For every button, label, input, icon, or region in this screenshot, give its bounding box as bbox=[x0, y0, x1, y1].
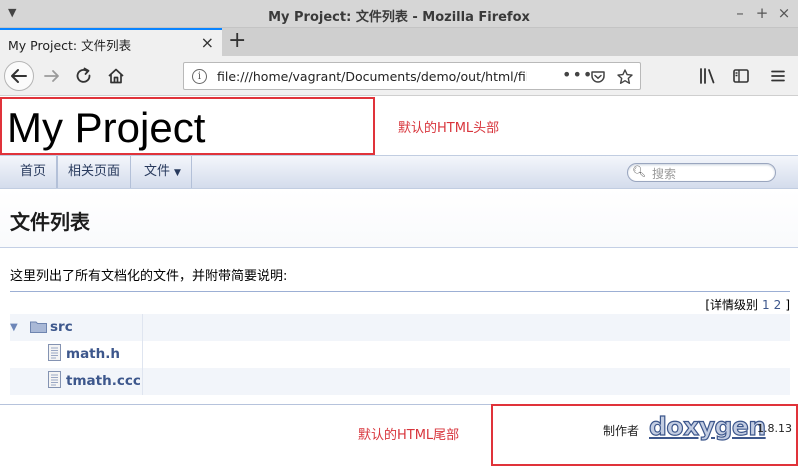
back-button[interactable] bbox=[4, 61, 34, 91]
tree-row: ▼ src bbox=[10, 314, 790, 341]
header-annotation: 默认的HTML头部 bbox=[398, 121, 500, 136]
detail-level-close: ] bbox=[785, 298, 790, 312]
tab-close-button[interactable]: × bbox=[201, 33, 214, 52]
nav-toolbar: i file:///home/vagrant/Documents/demo/ou… bbox=[0, 56, 798, 96]
bookmark-star-button[interactable] bbox=[616, 68, 634, 86]
file-tree: ▼ src math.h tmath.ccc bbox=[10, 314, 790, 395]
home-button[interactable] bbox=[106, 66, 126, 86]
page-title-band: 文件列表 bbox=[0, 189, 798, 248]
footer-annotation: 默认的HTML尾部 bbox=[358, 428, 460, 443]
tab-strip: My Project: 文件列表 × + bbox=[0, 28, 798, 56]
collapse-arrow-icon[interactable]: ▼ bbox=[10, 322, 18, 333]
tab-label: My Project: 文件列表 bbox=[8, 38, 132, 53]
column-separator bbox=[142, 314, 143, 341]
home-icon bbox=[108, 68, 124, 84]
nav-home[interactable]: 首页 bbox=[10, 156, 58, 188]
made-by-label: 制作者 bbox=[603, 424, 640, 438]
url-text[interactable]: file:///home/vagrant/Documents/demo/out/… bbox=[217, 69, 527, 84]
tree-row: tmath.ccc bbox=[10, 368, 790, 395]
close-window-button[interactable]: × bbox=[774, 3, 794, 23]
column-separator bbox=[142, 368, 143, 395]
reload-button[interactable] bbox=[74, 66, 94, 86]
footer-box: 制作者 doxygen 1.8.13 bbox=[491, 404, 798, 466]
nav-related-pages[interactable]: 相关页面 bbox=[57, 156, 132, 188]
reload-icon bbox=[76, 67, 91, 83]
page-title: 文件列表 bbox=[10, 210, 90, 234]
page-description: 这里列出了所有文档化的文件，并附带简要说明: bbox=[10, 269, 288, 284]
nav-files[interactable]: 文件 ▼ bbox=[134, 156, 192, 188]
library-button[interactable] bbox=[698, 66, 718, 86]
folder-icon bbox=[30, 321, 47, 333]
url-bar[interactable]: i file:///home/vagrant/Documents/demo/ou… bbox=[183, 62, 641, 90]
window-title: My Project: 文件列表 - Mozilla Firefox bbox=[268, 10, 530, 25]
project-name: My Project bbox=[7, 104, 206, 151]
divider bbox=[10, 291, 790, 292]
file-link-tmath-ccc[interactable]: tmath.ccc bbox=[66, 373, 141, 389]
detail-level-1[interactable]: 1 bbox=[762, 298, 770, 312]
minimize-button[interactable]: – bbox=[730, 3, 750, 23]
page-content: My Project 默认的HTML头部 首页 相关页面 文件 ▼ 🔍︎ 搜索 文… bbox=[0, 97, 798, 466]
forward-button[interactable] bbox=[42, 66, 62, 86]
tab-my-project[interactable]: My Project: 文件列表 × bbox=[0, 28, 222, 56]
detail-levels: [详情级别 1 2] bbox=[705, 296, 790, 313]
doxygen-navbar: 首页 相关页面 文件 ▼ 🔍︎ 搜索 bbox=[0, 155, 798, 189]
file-icon bbox=[48, 371, 61, 388]
hamburger-menu-icon bbox=[771, 70, 785, 82]
forward-arrow-icon bbox=[44, 70, 59, 82]
dropdown-caret-icon: ▼ bbox=[174, 168, 181, 178]
folder-link-src[interactable]: src bbox=[50, 319, 73, 335]
column-separator bbox=[142, 341, 143, 368]
maximize-button[interactable]: + bbox=[752, 3, 772, 23]
file-link-math-h[interactable]: math.h bbox=[66, 346, 120, 362]
file-icon bbox=[48, 344, 61, 361]
detail-level-label: [详情级别 bbox=[705, 298, 759, 312]
sidebar-button[interactable] bbox=[731, 66, 751, 86]
doxygen-logo[interactable]: doxygen bbox=[648, 411, 766, 441]
search-icon[interactable]: 🔍︎ bbox=[632, 165, 646, 178]
site-info-icon[interactable]: i bbox=[192, 69, 207, 84]
doxygen-version: 1.8.13 bbox=[757, 422, 792, 435]
app-menu-button[interactable] bbox=[768, 66, 788, 86]
pocket-icon bbox=[591, 71, 605, 83]
search-box[interactable]: 🔍︎ 搜索 bbox=[627, 163, 776, 182]
tree-row: math.h bbox=[10, 341, 790, 368]
window-titlebar: ▼ My Project: 文件列表 - Mozilla Firefox – +… bbox=[0, 0, 798, 28]
search-placeholder: 搜索 bbox=[652, 167, 677, 181]
project-header-box: My Project bbox=[0, 97, 375, 155]
new-tab-button[interactable]: + bbox=[228, 29, 246, 53]
library-icon bbox=[700, 68, 715, 84]
sidebar-icon bbox=[733, 69, 749, 83]
pocket-button[interactable] bbox=[589, 68, 607, 86]
back-arrow-icon bbox=[11, 69, 27, 83]
star-icon bbox=[617, 69, 633, 84]
nav-files-label: 文件 bbox=[144, 164, 171, 179]
detail-level-2[interactable]: 2 bbox=[774, 298, 782, 312]
